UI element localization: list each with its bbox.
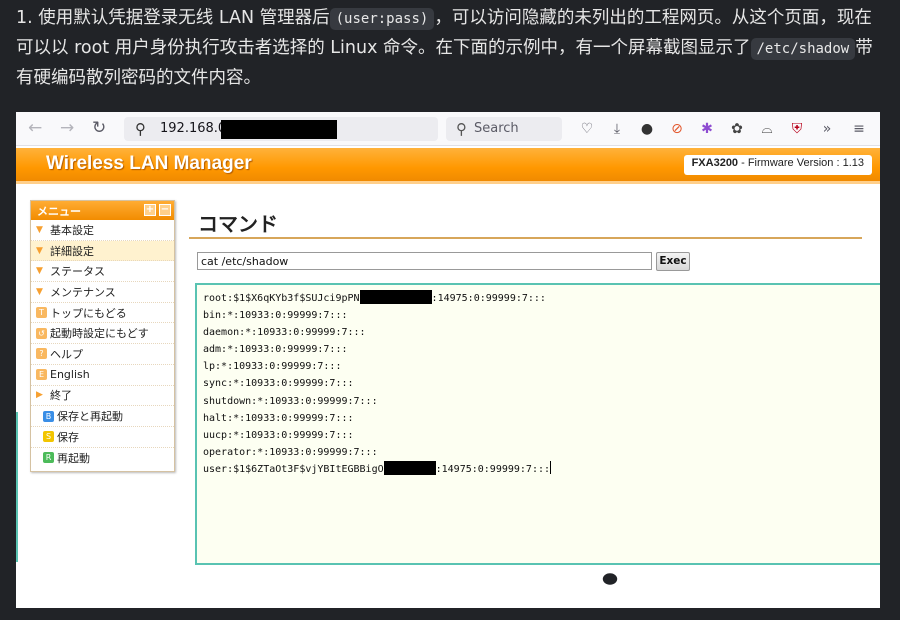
wechat-icon [590, 564, 620, 587]
ublock-icon[interactable]: ⛨ [788, 120, 806, 138]
search-box[interactable]: ⚲ Search [446, 117, 562, 141]
browser-toolbar: ← → ↻ ⚲ 192.168.0.1 ⚲ Search ♡ ⤓ ● ⊘ ✱ ✿… [16, 112, 880, 146]
output-line: halt:*:10933:0:99999:7::: [203, 412, 354, 424]
model-name: FXA3200 [691, 157, 739, 169]
menu-title: メニュー [37, 205, 81, 218]
output-text: user:$1$6ZTaOt3F$vjYBItEGBBigO [203, 463, 384, 475]
sidebar-menu: メニュー + − ▼ 基本設定 ▼ 詳細設定 ▼ ステータス ▼ メンテナンス T トップ… [30, 200, 175, 472]
sidebar-item-restore-startup[interactable]: ↺ 起動時設定にもどす [31, 323, 174, 345]
reboot-icon: R [43, 452, 54, 464]
reload-icon[interactable]: ↻ [92, 119, 106, 137]
title-underline [189, 237, 862, 239]
sidebar-item-reboot[interactable]: R 再起動 [31, 448, 174, 469]
save-icon: S [43, 431, 54, 443]
text-caret [550, 460, 552, 474]
restore-icon: ↺ [36, 327, 47, 339]
exec-button[interactable]: Exec [656, 252, 690, 271]
output-line: adm:*:10933:0:99999:7::: [203, 344, 348, 356]
back-arrow-icon[interactable]: ← [28, 119, 42, 137]
command-input[interactable] [197, 252, 652, 270]
sidebar-item-save-reboot[interactable]: B 保存と再起動 [31, 406, 174, 427]
expand-plus-icon[interactable]: + [144, 204, 156, 216]
menu-header: メニュー + − [31, 201, 174, 220]
save-reboot-icon: B [43, 410, 54, 422]
inline-code-credentials: (user:pass) [329, 8, 435, 30]
page-title: コマンド [198, 212, 278, 236]
sidebar-item-label: 保存と再起動 [57, 410, 123, 424]
help-icon: ? [36, 348, 47, 360]
forward-arrow-icon[interactable]: → [60, 119, 74, 137]
triangle-right-icon: ▶ [36, 390, 43, 401]
language-icon: E [36, 369, 47, 381]
pocket-icon[interactable]: ♡ [578, 120, 596, 138]
redaction-block [383, 460, 436, 475]
article-text: 1. 使用默认凭据登录无线 LAN 管理器后 (user:pass) ，可以访问隐藏… [16, 4, 886, 93]
sidebar-item-label: ヘルプ [50, 347, 83, 361]
sidebar-item-advanced[interactable]: ▼ 詳細設定 [31, 240, 174, 262]
sidebar-item-top[interactable]: T トップにもどる [31, 303, 174, 324]
sidebar-item-label: 終了 [50, 389, 72, 403]
app-header: Wireless LAN Manager FXA3200 - Firmware … [16, 148, 880, 181]
output-line: root:$1$X6qKYb3f$SUJci9pPN :14975:0:99999… [203, 290, 877, 307]
output-text: :14975:0:99999:7::: [435, 463, 551, 475]
command-output: root:$1$X6qKYb3f$SUJci9pPN :14975:0:99999… [195, 283, 880, 565]
triangle-icon: ▼ [36, 245, 43, 256]
output-line: daemon:*:10933:0:99999:7::: [203, 327, 366, 339]
sidebar-item-label: ステータス [50, 265, 105, 279]
block-icon[interactable]: ⊘ [668, 120, 686, 138]
sidebar-item-basic[interactable]: ▼ 基本設定 [31, 220, 174, 241]
sidebar-item-label: 起動時設定にもどす [50, 327, 149, 341]
output-line: shutdown:*:10933:0:99999:7::: [203, 395, 378, 407]
search-icon: ⚲ [135, 120, 146, 138]
triangle-icon: ▼ [36, 286, 43, 297]
sidebar-item-label: 詳細設定 [50, 244, 94, 258]
redaction-block [359, 290, 432, 304]
sidebar-item-save[interactable]: S 保存 [31, 427, 174, 448]
redaction-block [221, 120, 337, 139]
app-title: Wireless LAN Manager [46, 153, 252, 174]
output-line: user:$1$6ZTaOt3F$vjYBItEGBBigO :14975:0:9… [203, 460, 877, 478]
output-text: root:$1$X6qKYb3f$SUJci9pPN [203, 293, 360, 304]
sidebar-item-status[interactable]: ▼ ステータス [31, 261, 174, 283]
overflow-chevron-icon[interactable]: » [818, 120, 836, 138]
triangle-icon: ▼ [36, 266, 43, 277]
header-divider [16, 181, 880, 184]
output-line: operator:*:10933:0:99999:7::: [203, 446, 378, 458]
sidebar-item-label: 再起動 [57, 451, 90, 465]
search-label: Search [474, 121, 519, 136]
account-icon[interactable]: ● [638, 120, 656, 138]
firmware-version: - Firmware Version : 1.13 [738, 157, 864, 169]
sidebar-item-label: 基本設定 [50, 223, 94, 237]
sidebar-item-help[interactable]: ? ヘルプ [31, 344, 174, 365]
browser-screenshot: ← → ↻ ⚲ 192.168.0.1 ⚲ Search ♡ ⤓ ● ⊘ ✱ ✿… [16, 112, 880, 608]
article-part-1: 1. 使用默认凭据登录无线 LAN 管理器后 [16, 8, 330, 28]
extension-icon[interactable]: ✱ [698, 120, 716, 138]
cookie-icon[interactable]: ✿ [728, 120, 746, 138]
top-icon: T [36, 307, 47, 319]
triangle-icon: ▼ [36, 224, 43, 235]
output-text: :14975:0:99999:7::: [431, 293, 546, 304]
output-line: bin:*:10933:0:99999:7::: [203, 310, 348, 322]
sidebar-item-label: メンテナンス [50, 285, 116, 299]
inline-code-shadow: /etc/shadow [750, 38, 856, 60]
output-line: uucp:*:10933:0:99999:7::: [203, 429, 354, 441]
watermark-text: 微信号: cyberspacechat [626, 567, 829, 587]
download-icon[interactable]: ⤓ [608, 120, 626, 138]
address-bar[interactable]: ⚲ 192.168.0.1 [124, 117, 438, 141]
search-icon: ⚲ [456, 120, 467, 138]
sidebar-item-exit[interactable]: ▶ 終了 [31, 386, 174, 407]
hamburger-menu-icon[interactable]: ≡ [850, 120, 868, 138]
sidebar-item-english[interactable]: E English [31, 365, 174, 386]
left-edge-marker [16, 412, 18, 562]
sidebar-item-label: トップにもどる [50, 306, 127, 320]
firmware-badge: FXA3200 - Firmware Version : 1.13 [683, 155, 872, 175]
sidebar-item-label: 保存 [57, 430, 79, 444]
sidebar-item-label: English [50, 368, 90, 382]
output-line: lp:*:10933:0:99999:7::: [203, 361, 342, 373]
watermark: 微信号: cyberspacechat [590, 563, 829, 588]
output-line: sync:*:10933:0:99999:7::: [203, 378, 354, 390]
sidebar-item-maintenance[interactable]: ▼ メンテナンス [31, 282, 174, 303]
hat-icon[interactable]: ⌓ [758, 120, 776, 138]
collapse-minus-icon[interactable]: − [159, 204, 171, 216]
